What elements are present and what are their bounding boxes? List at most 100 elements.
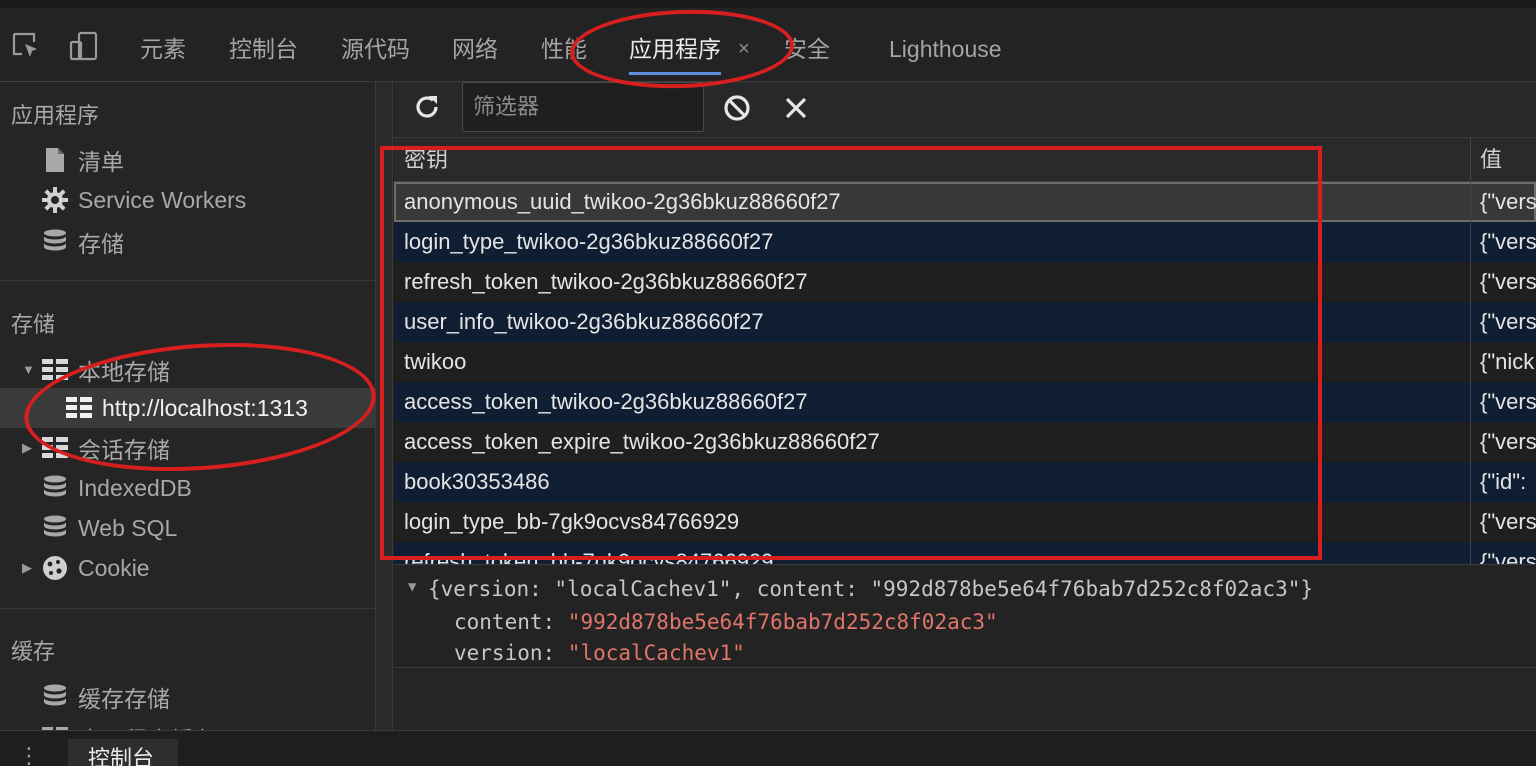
table-grid-icon [40,355,70,385]
database-icon [40,473,70,503]
sidebar-item-label: 本地存储 [78,359,170,385]
row-value: {"vers [1480,269,1536,294]
sidebar-item-label: IndexedDB [78,474,192,501]
application-sidebar: 应用程序 清单 Service Workers 存储 存储 ▼ 本地存储 htt… [0,82,376,730]
database-icon [40,513,70,543]
row-key: access_token_twikoo-2g36bkuz88660f27 [404,389,808,414]
collapse-arrow-icon[interactable]: ▼ [408,579,416,595]
filter-input[interactable]: 筛选器 [462,82,704,132]
table-row[interactable]: refresh_token_twikoo-2g36bkuz88660f27 {"v… [394,262,1536,302]
table-row[interactable]: user_info_twikoo-2g36bkuz88660f27 {"vers [394,302,1536,342]
row-key: book30353486 [404,469,550,494]
tab-elements[interactable]: 元素 [140,24,186,74]
sidebar-item-manifest[interactable]: 清单 [40,140,124,180]
sidebar-item-session-storage[interactable]: 会话存储 [40,428,170,468]
sidebar-item-cookie[interactable]: Cookie [40,548,150,588]
local-storage-table: 密钥 值 anonymous_uuid_twikoo-2g36bkuz88660… [394,138,1536,564]
close-icon[interactable] [782,94,810,127]
sidebar-item-cache-storage[interactable]: 缓存存储 [40,677,170,717]
row-key: refresh_token_bb-7gk9ocvs84766929 [404,549,774,564]
sidebar-item-label: 缓存存储 [78,686,170,712]
table-header: 密钥 值 [394,138,1536,182]
section-title-application: 应用程序 [11,103,100,128]
sidebar-item-service-workers[interactable]: Service Workers [40,180,246,220]
preview-version-line: version: "localCachev1" [454,641,745,665]
table-row[interactable]: anonymous_uuid_twikoo-2g36bkuz88660f27 {"… [394,182,1536,222]
table-grid-icon [40,723,70,730]
block-icon[interactable] [722,93,752,128]
table-grid-icon [40,433,70,463]
row-key: user_info_twikoo-2g36bkuz88660f27 [404,309,764,334]
active-tab-indicator [629,72,721,75]
database-icon [40,227,70,257]
column-header-value[interactable]: 值 [1480,138,1502,182]
table-row[interactable]: access_token_twikoo-2g36bkuz88660f27 {"ve… [394,382,1536,422]
sidebar-item-application-cache[interactable]: 应用程序缓存 [40,718,216,730]
drawer-tab-console[interactable]: 控制台 [68,739,178,766]
empty-panel-area [394,668,1536,730]
tab-security[interactable]: 安全 [784,24,830,74]
preview-content-line: content: "992d878be5e64f76bab7d252c8f02a… [454,610,998,634]
sidebar-item-label: 存储 [78,231,124,257]
section-divider [0,280,375,281]
devtools-tab-bar: 元素 控制台 源代码 网络 性能 应用程序 × 安全 Lighthouse [0,0,1536,82]
sidebar-item-label: Web SQL [78,514,178,541]
table-row[interactable]: login_type_twikoo-2g36bkuz88660f27 {"vers [394,222,1536,262]
tab-lighthouse[interactable]: Lighthouse [889,24,1002,74]
row-key: login_type_twikoo-2g36bkuz88660f27 [404,229,774,254]
column-header-key[interactable]: 密钥 [404,138,448,182]
database-icon [40,682,70,712]
tab-sources[interactable]: 源代码 [341,24,410,74]
refresh-icon[interactable] [412,92,442,127]
bottom-drawer: ⋮ 控制台 [0,730,1536,766]
row-value: {"vers [1480,389,1536,414]
sidebar-item-indexeddb[interactable]: IndexedDB [40,468,192,508]
preview-content-value: "992d878be5e64f76bab7d252c8f02ac3" [567,610,998,634]
tab-application[interactable]: 应用程序 [629,24,721,75]
row-key: refresh_token_twikoo-2g36bkuz88660f27 [404,269,808,294]
row-key: twikoo [404,349,467,374]
expand-arrow-right-icon[interactable]: ▶ [22,440,32,456]
gear-icon [40,185,70,215]
row-value: {"id": [1480,469,1527,494]
sidebar-item-label: Cookie [78,554,150,581]
sidebar-item-local-storage[interactable]: 本地存储 [40,350,170,390]
table-row[interactable]: login_type_bb-7gk9ocvs84766929 {"vers [394,502,1536,542]
table-row[interactable]: access_token_expire_twikoo-2g36bkuz88660… [394,422,1536,462]
device-toolbar-icon[interactable] [67,28,101,64]
row-key: login_type_bb-7gk9ocvs84766929 [404,509,740,534]
expand-arrow-right-icon[interactable]: ▶ [22,560,32,576]
row-value: {"vers [1480,429,1536,454]
tab-close-icon[interactable]: × [738,24,750,74]
value-preview-pane: ▼ {version: "localCachev1", content: "99… [394,564,1536,668]
sidebar-item-label: Service Workers [78,186,247,213]
section-title-storage: 存储 [11,312,56,337]
row-value: {"nick [1480,349,1535,374]
sidebar-item-storage-overview[interactable]: 存储 [40,222,124,262]
tab-console[interactable]: 控制台 [229,24,298,74]
sidebar-item-web-sql[interactable]: Web SQL [40,508,177,548]
more-options-icon[interactable]: ⋮ [18,743,40,766]
column-divider[interactable] [1470,138,1471,564]
section-title-cache: 缓存 [11,639,56,664]
sidebar-item-localhost-origin[interactable]: http://localhost:1313 [64,388,308,428]
inspect-element-icon[interactable] [9,28,43,64]
preview-content-key: content: [454,610,568,634]
row-value: {"vers [1480,309,1536,334]
row-value: {"vers [1480,509,1536,534]
expand-arrow-down-icon[interactable]: ▼ [22,362,35,377]
preview-summary: {version: "localCachev1", content: "992d… [428,577,1314,601]
cookie-icon [40,553,70,583]
row-key: access_token_expire_twikoo-2g36bkuz88660… [404,429,880,454]
tab-performance[interactable]: 性能 [541,24,587,74]
table-row[interactable]: twikoo {"nick [394,342,1536,382]
tab-network[interactable]: 网络 [452,24,498,74]
section-divider [0,608,375,609]
preview-version-key: version: [454,641,568,665]
tab-application-label: 应用程序 [629,36,721,62]
sidebar-resizer[interactable] [376,82,393,730]
table-row[interactable]: refresh_token_bb-7gk9ocvs84766929 {"vers [394,542,1536,564]
row-key: anonymous_uuid_twikoo-2g36bkuz88660f27 [404,189,841,214]
table-row[interactable]: book30353486 {"id": [394,462,1536,502]
sidebar-item-label: 会话存储 [78,437,170,463]
